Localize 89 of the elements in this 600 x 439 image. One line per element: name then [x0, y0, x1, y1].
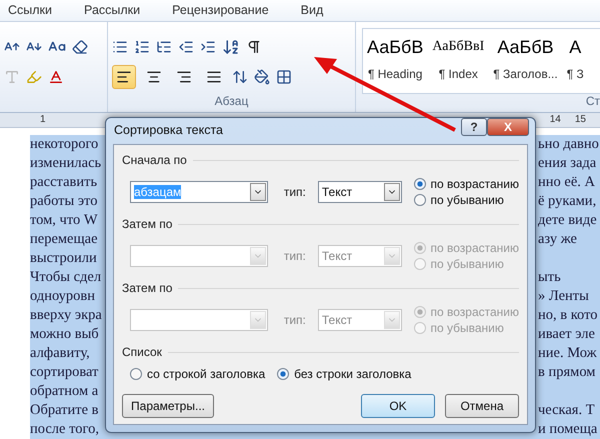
- type-label: тип:: [284, 313, 306, 327]
- document-text: сортироват: [30, 364, 100, 381]
- ribbon-tab[interactable]: Ссылки: [8, 3, 84, 18]
- section-label: Список: [122, 345, 162, 359]
- type-label: тип:: [284, 249, 306, 263]
- justify-icon: [206, 68, 222, 85]
- align-button[interactable]: [112, 64, 136, 89]
- document-text: алфавиту,: [30, 345, 91, 362]
- ruler-number: 15: [574, 114, 586, 126]
- decrease-indent-icon[interactable]: [178, 38, 194, 55]
- ribbon-tab[interactable]: Вид: [300, 3, 356, 18]
- document-text: Обратите в: [30, 402, 100, 419]
- document-text: ьно давно: [538, 136, 600, 153]
- section-label: Затем по: [122, 217, 172, 231]
- document-text: работы это: [30, 193, 98, 210]
- radio-button[interactable]: [414, 194, 426, 206]
- style-sample[interactable]: АаБбВ: [497, 32, 554, 61]
- font-color-icon[interactable]: [48, 68, 64, 85]
- paint-bucket-icon[interactable]: [254, 68, 270, 85]
- document-text: » Ленты: [538, 288, 590, 305]
- radio-label: по убыванию: [430, 321, 504, 335]
- section-label: Затем по: [122, 281, 172, 295]
- document-text: одноуровн: [30, 288, 96, 305]
- document-text: том, что W: [30, 212, 99, 229]
- document-text: некоторого: [30, 136, 100, 153]
- document-text: ыть: [538, 269, 562, 286]
- style-sample[interactable]: АаБбВвІ: [432, 32, 484, 61]
- eraser-icon[interactable]: [72, 38, 88, 55]
- document-text: в прямом: [538, 364, 596, 381]
- style-name[interactable]: ¶ Index: [438, 66, 478, 81]
- help-button[interactable]: ?: [461, 118, 487, 136]
- document-text: обратном а: [30, 383, 100, 400]
- style-sample[interactable]: АаБбВ: [367, 32, 424, 61]
- ribbon-tab[interactable]: Рецензирование: [172, 3, 301, 18]
- radio-label: по возрастанию: [430, 241, 519, 255]
- numbered-list-icon[interactable]: [134, 38, 150, 55]
- document-text: выстроили: [30, 250, 98, 267]
- radio-button[interactable]: [414, 178, 426, 190]
- document-text: после того,: [30, 421, 100, 438]
- dialog-button[interactable]: Отмена: [445, 394, 519, 418]
- align-left-icon: [116, 68, 132, 85]
- radio-label: по возрастанию: [430, 177, 519, 191]
- radio-option[interactable]: по возрастанию: [414, 177, 519, 191]
- ruler-number: 1: [40, 114, 46, 126]
- document-text: ивает эле: [538, 326, 596, 343]
- group-label: Абзац: [214, 94, 248, 108]
- borders-icon[interactable]: [276, 68, 292, 85]
- document-text: ние. Мож: [538, 345, 598, 362]
- document-text: перемещае: [30, 231, 99, 248]
- pilcrow-icon[interactable]: [246, 38, 262, 55]
- ruler-number: 14: [550, 114, 561, 126]
- radio-button[interactable]: [277, 368, 290, 380]
- sort-icon[interactable]: [222, 38, 240, 56]
- document-text: и помеща: [538, 421, 598, 438]
- type-label: тип:: [284, 185, 306, 199]
- document-text: расставить: [30, 174, 98, 191]
- style-sample[interactable]: А: [569, 32, 582, 61]
- group-label: Ст: [586, 94, 600, 108]
- bullet-list-icon[interactable]: [112, 38, 128, 55]
- document-text: ения зада: [538, 155, 598, 172]
- dialog-button[interactable]: OK: [361, 394, 435, 418]
- style-name[interactable]: ¶ Заголов...: [493, 66, 558, 81]
- document-text: нно её. А: [538, 174, 596, 191]
- type-dropdown[interactable]: Текст: [318, 181, 402, 203]
- radio-option[interactable]: по убыванию: [414, 193, 519, 207]
- increase-indent-icon[interactable]: [200, 38, 216, 55]
- section-label: Сначала по: [122, 153, 187, 167]
- document-text: ё руками,: [538, 193, 598, 210]
- radio-label: по убыванию: [430, 193, 504, 207]
- document-text: ческая. Т: [538, 402, 596, 419]
- document-text: дете виде: [538, 212, 598, 229]
- radio-button[interactable]: [130, 368, 142, 380]
- align-right-icon: [176, 68, 192, 85]
- radio-label: по убыванию: [430, 257, 504, 271]
- document-text: вверху экра: [30, 307, 103, 324]
- document-text: но, в кото: [538, 307, 598, 324]
- ribbon-tab[interactable]: Рассылки: [84, 3, 172, 18]
- style-name[interactable]: ¶ Heading: [368, 66, 422, 81]
- style-name[interactable]: ¶ З: [566, 66, 584, 81]
- multilevel-list-icon[interactable]: [156, 38, 172, 55]
- align-center-icon: [146, 68, 162, 85]
- document-text: азу же: [538, 231, 578, 248]
- dialog-button[interactable]: Параметры...: [122, 394, 214, 418]
- document-text: изменилась: [30, 155, 102, 172]
- dialog-title: Сортировка текста: [114, 123, 224, 137]
- line-spacing-icon[interactable]: [232, 68, 248, 85]
- document-text: можно выб: [30, 326, 100, 343]
- radio-label: по возрастанию: [430, 305, 519, 319]
- document-text: Чтобы сдел: [30, 269, 102, 286]
